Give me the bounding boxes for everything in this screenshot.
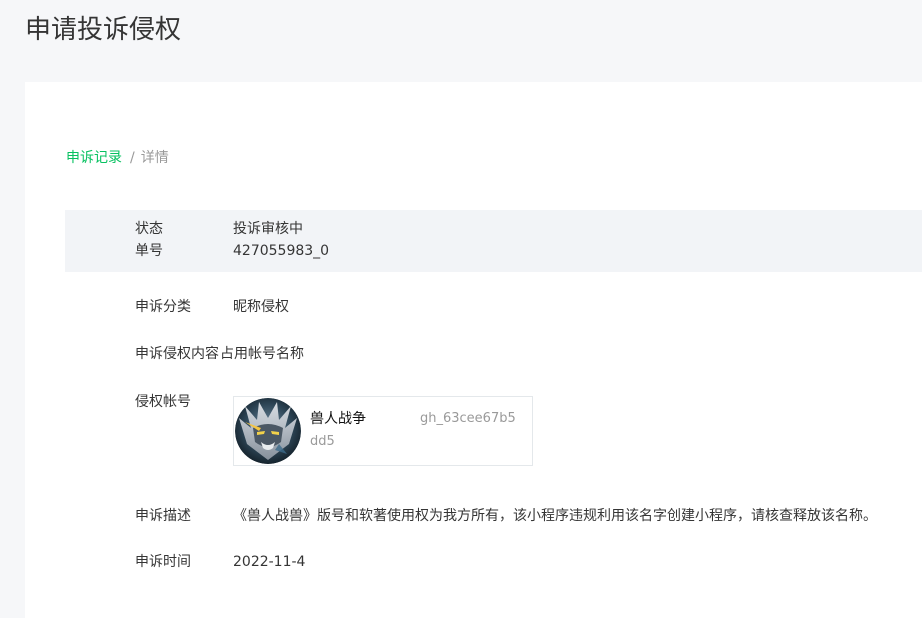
category-value: 昵称侵权 bbox=[233, 299, 289, 315]
account-name: 兽人战争 bbox=[310, 411, 366, 427]
account-label: 侵权帐号 bbox=[135, 394, 191, 410]
number-value: 427055983_0 bbox=[233, 243, 330, 259]
content-row: 申诉侵权内容 占用帐号名称 bbox=[135, 343, 304, 365]
account-id: gh_63cee67b5 bbox=[420, 411, 516, 426]
status-value: 投诉审核中 bbox=[233, 221, 303, 237]
account-id-continued: dd5 bbox=[310, 434, 335, 449]
detail-card: 申诉记录 / 详情 状态 投诉审核中 单号 427055983_0 申诉分类 昵称侵… bbox=[25, 82, 922, 618]
time-row: 申诉时间 2022-11-4 bbox=[135, 551, 305, 573]
number-label: 单号 bbox=[135, 243, 163, 259]
description-value: 《兽人战兽》版号和软著使用权为我方所有，该小程序违规利用该名字创建小程序，请核查… bbox=[233, 508, 877, 524]
time-label: 申诉时间 bbox=[135, 554, 191, 570]
status-label: 状态 bbox=[135, 221, 163, 237]
breadcrumb-current: 详情 bbox=[140, 150, 169, 166]
breadcrumb-link-appeal-records[interactable]: 申诉记录 bbox=[66, 150, 122, 166]
page-title: 申请投诉侵权 bbox=[25, 15, 182, 45]
description-label: 申诉描述 bbox=[135, 508, 191, 524]
content-value: 占用帐号名称 bbox=[220, 346, 304, 362]
breadcrumb-separator: / bbox=[130, 150, 135, 166]
description-row: 申诉描述 《兽人战兽》版号和软著使用权为我方所有，该小程序违规利用该名字创建小程… bbox=[135, 505, 877, 527]
content-label: 申诉侵权内容 bbox=[135, 346, 219, 362]
number-row: 单号 427055983_0 bbox=[135, 240, 329, 262]
account-row: 侵权帐号 bbox=[135, 391, 233, 413]
status-row: 状态 投诉审核中 bbox=[135, 218, 303, 240]
infringing-account-card[interactable]: 兽人战争 gh_63cee67b5 dd5 bbox=[233, 396, 533, 466]
orc-warrior-avatar-icon bbox=[235, 398, 301, 464]
category-label: 申诉分类 bbox=[135, 299, 191, 315]
breadcrumb: 申诉记录 / 详情 bbox=[66, 148, 169, 168]
time-value: 2022-11-4 bbox=[233, 554, 306, 570]
category-row: 申诉分类 昵称侵权 bbox=[135, 296, 289, 318]
